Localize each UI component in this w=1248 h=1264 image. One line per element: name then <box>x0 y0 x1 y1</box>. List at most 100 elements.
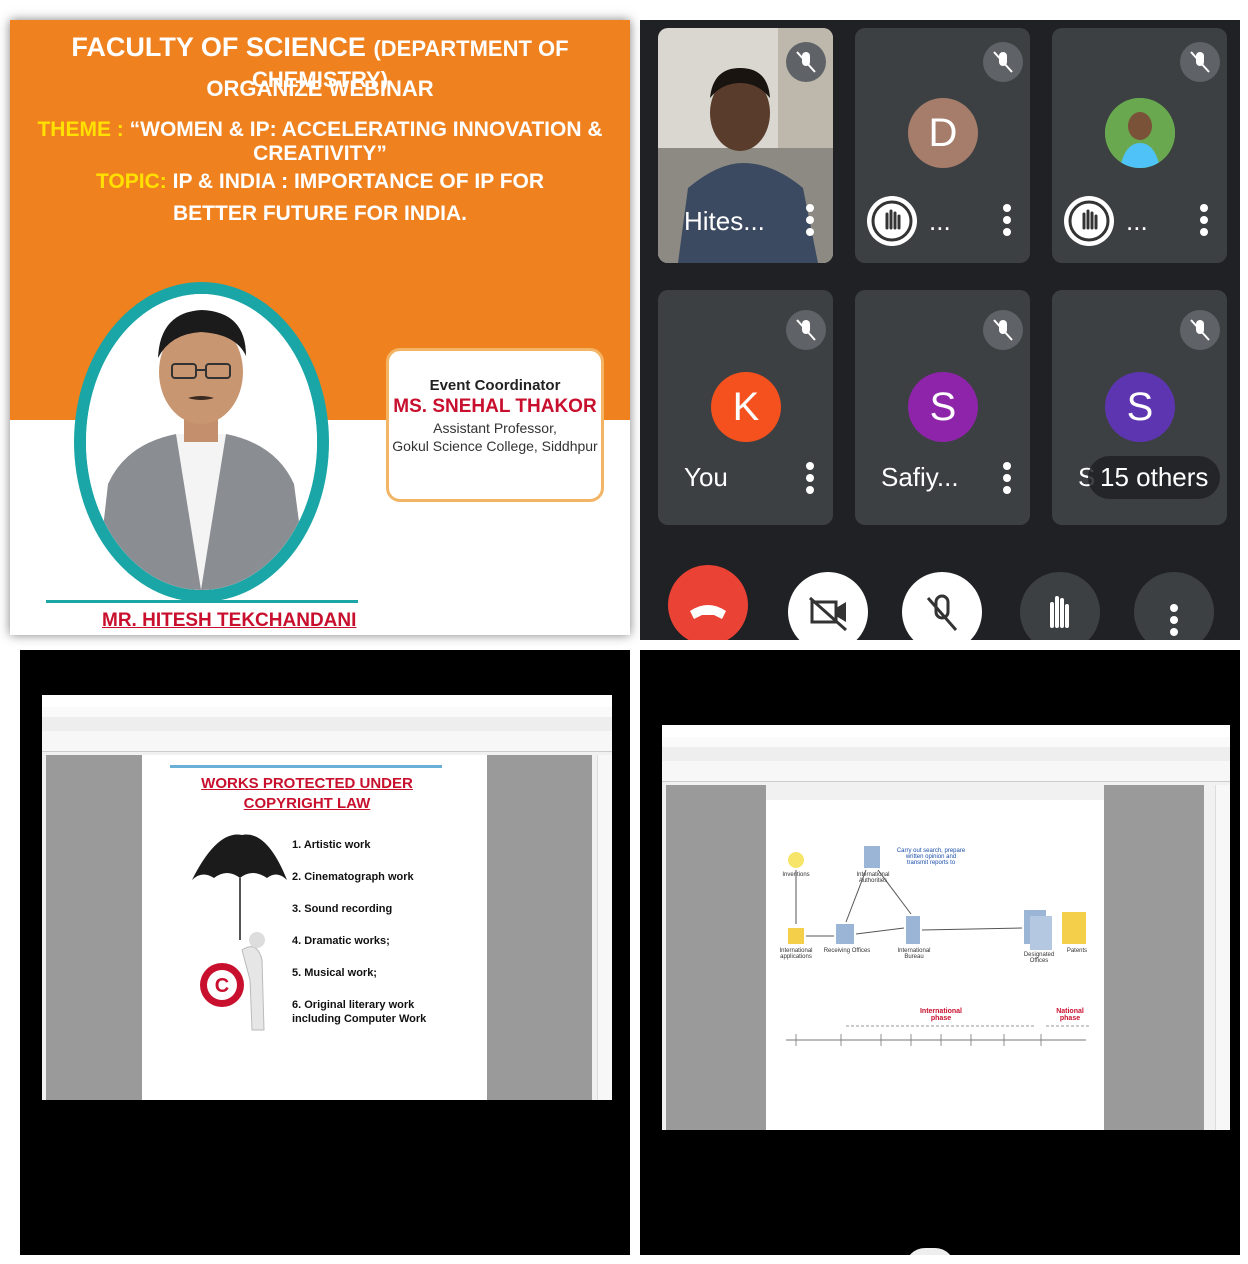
more-options-icon[interactable] <box>1003 458 1013 498</box>
label-inventions: Inventions <box>782 872 810 878</box>
svg-text:C: C <box>215 975 229 997</box>
shared-screen-copyright: WORKS PROTECTED UNDER COPYRIGHT LAW C 1.… <box>20 650 630 1255</box>
mic-muted-icon <box>786 310 826 350</box>
raise-hand-icon <box>1050 596 1069 628</box>
slide-title-line1: WORKS PROTECTED UNDER <box>201 775 413 792</box>
participant-avatar: D <box>908 98 978 168</box>
participant-tile-photo[interactable]: ... <box>1052 28 1227 263</box>
speaker-photo-frame <box>74 282 329 602</box>
copyright-item: 4. Dramatic works; <box>292 935 390 947</box>
floating-control[interactable] <box>905 1248 955 1255</box>
copyright-item: 5. Musical work; <box>292 967 377 979</box>
slide-title-line2: COPYRIGHT LAW <box>243 795 371 812</box>
participant-tile-video[interactable]: Hites... <box>658 28 833 263</box>
more-options-icon <box>1170 600 1180 640</box>
participant-photo-avatar <box>1105 98 1175 168</box>
poster-organize: ORGANIZE WEBINAR <box>206 76 434 101</box>
coordinator-college: Gokul Science College, Siddhpur <box>392 438 598 454</box>
pdf-page: Inventions International Authorities Car… <box>766 800 1104 1130</box>
raise-hand-button[interactable] <box>1020 572 1100 640</box>
tools-sidebar[interactable] <box>597 755 612 1100</box>
pdf-reader-window: WORKS PROTECTED UNDER COPYRIGHT LAW C 1.… <box>42 695 612 1100</box>
webinar-poster: FACULTY OF SCIENCE (DEPARTMENT OF CHEMIS… <box>10 20 630 635</box>
mic-muted-icon <box>1180 42 1220 82</box>
more-options-icon[interactable] <box>1003 200 1013 240</box>
participant-name: ... <box>1126 206 1148 236</box>
mic-muted-icon <box>1180 310 1220 350</box>
pdf-page: WORKS PROTECTED UNDER COPYRIGHT LAW C 1.… <box>142 755 487 1100</box>
page-margin-left <box>666 785 766 1130</box>
poster-theme-label: THEME : <box>37 118 124 141</box>
end-call-icon <box>690 605 726 619</box>
tools-sidebar[interactable] <box>1215 785 1230 1130</box>
poster-topic-line1: IP & INDIA : IMPORTANCE OF IP FOR <box>172 170 545 193</box>
pdf-toolbar[interactable] <box>42 731 612 752</box>
label-intl-applications: International applications <box>779 948 813 960</box>
label-patents: Patents <box>1066 948 1088 954</box>
more-options-button[interactable] <box>1134 572 1214 640</box>
participant-name: You <box>684 462 728 492</box>
participant-name: ... <box>929 206 951 236</box>
poster-title-main: FACULTY OF SCIENCE <box>71 32 366 62</box>
umbrella-copyright-illustration: C <box>192 834 287 1031</box>
mic-toggle-button[interactable] <box>902 572 982 640</box>
label-national-phase: National phase <box>1056 1008 1084 1022</box>
participant-tile-others[interactable]: S S 15 others <box>1052 290 1227 525</box>
label-intl-authorities: International Authorities <box>856 872 890 884</box>
participant-tile-d[interactable]: D ... <box>855 28 1030 263</box>
speaker-divider <box>46 600 358 603</box>
end-call-button[interactable] <box>668 565 748 640</box>
speaker-name: MR. HITESH TEKCHANDANI <box>102 610 357 631</box>
pdf-toolbar[interactable] <box>662 761 1230 782</box>
participant-tile-safiy[interactable]: S Safiy... <box>855 290 1030 525</box>
page-margin-right <box>487 755 592 1100</box>
document-tab-bar[interactable] <box>662 747 1230 762</box>
label-intl-bureau: International Bureau <box>897 948 931 960</box>
event-coordinator-card: Event Coordinator MS. SNEHAL THAKOR Assi… <box>386 348 604 502</box>
coordinator-role: Assistant Professor, <box>433 420 557 436</box>
raise-hand-icon <box>1064 196 1114 246</box>
copyright-item: including Computer Work <box>292 1013 427 1025</box>
more-options-icon[interactable] <box>1200 200 1210 240</box>
copyright-item: 6. Original literary work <box>292 999 415 1011</box>
label-receiving-offices: Receiving Offices <box>823 948 871 954</box>
participant-tile-you[interactable]: K You <box>658 290 833 525</box>
meeting-participant-grid: Hites... D ... ... K You S Safiy... S S … <box>640 20 1240 640</box>
shared-screen-pct-flow: Inventions International Authorities Car… <box>640 650 1240 1255</box>
mic-off-icon <box>926 594 958 631</box>
document-tab-bar[interactable] <box>42 717 612 732</box>
poster-topic: TOPIC: IP & INDIA : IMPORTANCE OF IP FOR… <box>10 166 630 230</box>
poster-topic-label: TOPIC: <box>95 170 167 193</box>
copyright-item: 3. Sound recording <box>292 903 393 915</box>
window-menubar <box>42 707 612 717</box>
participant-avatar: K <box>711 372 781 442</box>
poster-theme-text: “WOMEN & IP: ACCELERATING INNOVATION & C… <box>129 118 603 165</box>
camera-toggle-button[interactable] <box>788 572 868 640</box>
camera-off-icon <box>809 596 847 632</box>
participant-avatar: S <box>1105 372 1175 442</box>
window-menubar <box>662 737 1230 747</box>
mic-muted-icon <box>983 42 1023 82</box>
poster-theme: THEME : “WOMEN & IP: ACCELERATING INNOVA… <box>10 118 630 166</box>
others-count-badge[interactable]: 15 others <box>1088 456 1221 499</box>
mic-muted-icon <box>983 310 1023 350</box>
copyright-item: 1. Artistic work <box>292 839 371 851</box>
poster-topic-line2: BETTER FUTURE FOR INDIA. <box>173 202 467 225</box>
label-search-text: Carry out search, prepare written opinio… <box>896 848 966 866</box>
coordinator-heading: Event Coordinator <box>429 377 561 394</box>
label-international-phase: International phase <box>919 1008 962 1022</box>
mic-muted-icon <box>786 42 826 82</box>
speaker-photo <box>86 294 317 590</box>
coordinator-name: MS. SNEHAL THAKOR <box>393 396 597 417</box>
page-margin-right <box>1104 785 1204 1130</box>
raise-hand-icon <box>867 196 917 246</box>
participant-name: Safiy... <box>881 462 959 492</box>
label-designated-offices: Designated Offices <box>1023 952 1055 964</box>
page-margin-left <box>46 755 142 1100</box>
more-options-icon[interactable] <box>806 458 816 498</box>
participant-name: Hites... <box>684 206 765 236</box>
copyright-item: 2. Cinematograph work <box>292 871 414 883</box>
more-options-icon[interactable] <box>806 200 816 240</box>
pdf-reader-window: Inventions International Authorities Car… <box>662 725 1230 1130</box>
participant-avatar: S <box>908 372 978 442</box>
